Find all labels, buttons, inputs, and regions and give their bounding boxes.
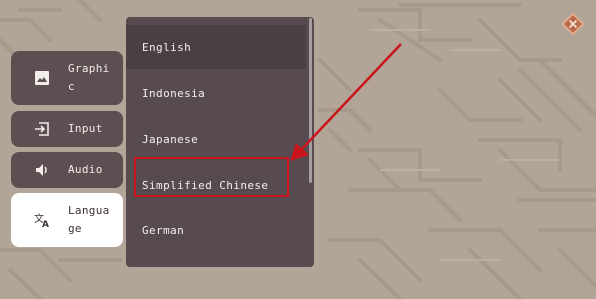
- sidebar-item-label: Input: [68, 122, 103, 135]
- image-icon: [29, 70, 55, 86]
- sidebar-item-input[interactable]: Input: [11, 111, 123, 147]
- language-option-japanese[interactable]: Japanese: [126, 117, 306, 161]
- translate-icon: 文A: [29, 211, 55, 229]
- language-option-indonesia[interactable]: Indonesia: [126, 71, 306, 115]
- close-icon[interactable]: [562, 13, 584, 35]
- dropdown-scrollbar[interactable]: [309, 18, 312, 183]
- sidebar-item-language[interactable]: 文A Language: [11, 193, 123, 247]
- sidebar-item-audio[interactable]: Audio: [11, 152, 123, 188]
- sidebar-item-label: Graphic: [68, 62, 110, 93]
- svg-text:A: A: [42, 220, 49, 229]
- language-dropdown[interactable]: English Indonesia Japanese Simplified Ch…: [126, 17, 314, 267]
- sidebar-item-graphic[interactable]: Graphic: [11, 51, 123, 105]
- language-option-german[interactable]: German: [126, 208, 306, 252]
- speaker-icon: [29, 162, 55, 178]
- language-option-english[interactable]: English: [126, 25, 306, 69]
- sidebar-item-label: Language: [68, 204, 110, 235]
- sidebar-item-label: Audio: [68, 163, 103, 176]
- highlight-box: [134, 157, 289, 197]
- input-icon: [29, 121, 55, 137]
